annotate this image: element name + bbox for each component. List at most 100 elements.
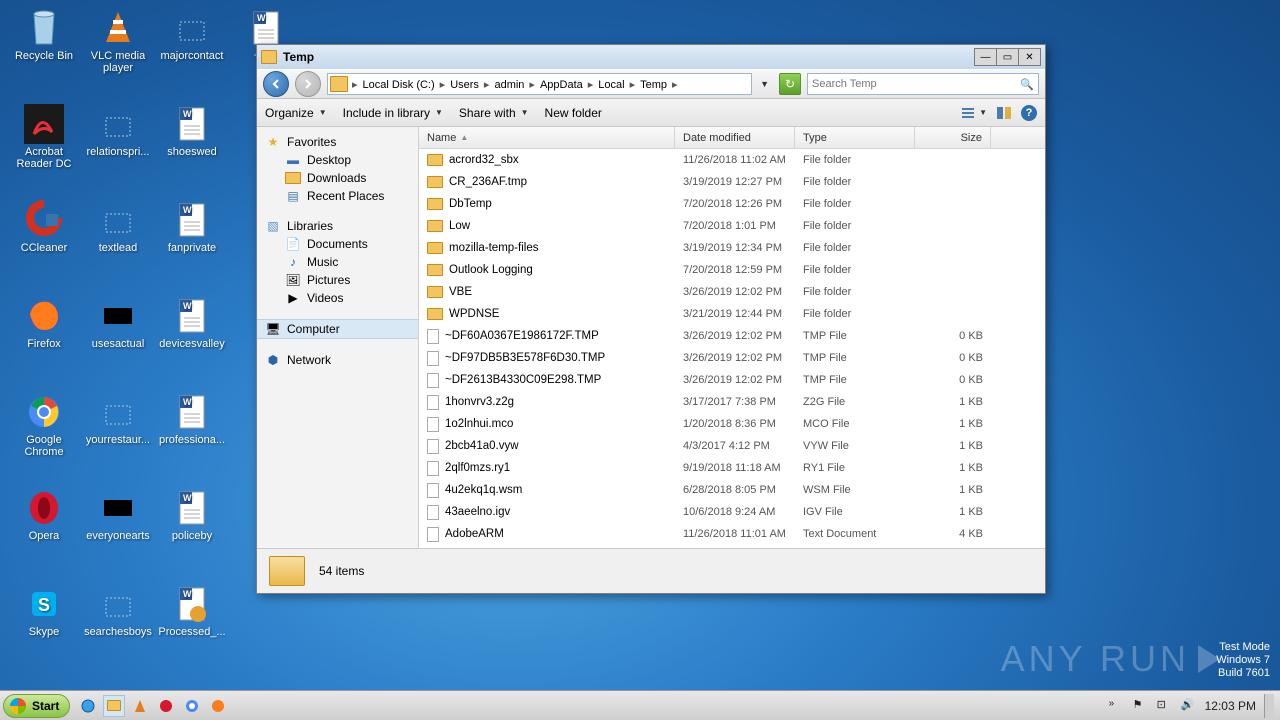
tray-expand-icon[interactable]: » [1109, 698, 1125, 714]
file-row[interactable]: ~DF97DB5B3E578F6D30.TMP3/26/2019 12:02 P… [419, 347, 1045, 369]
file-row[interactable]: 2bcb41a0.vyw4/3/2017 4:12 PMVYW File1 KB [419, 435, 1045, 457]
desktop-icon-usesactual[interactable]: usesactual [82, 296, 154, 350]
desktop-icon-fanprivate[interactable]: Wfanprivate [156, 200, 228, 254]
volume-icon[interactable]: 🔊 [1181, 698, 1197, 714]
desktop-icon-policeby[interactable]: Wpoliceby [156, 488, 228, 542]
chevron-right-icon[interactable]: ▸ [350, 78, 360, 91]
desktop-icon-processed-[interactable]: WProcessed_... [156, 584, 228, 638]
file-row[interactable]: ~DF2613B4330C09E298.TMP3/26/2019 12:02 P… [419, 369, 1045, 391]
file-date: 3/26/2019 12:02 PM [675, 330, 795, 342]
refresh-button[interactable]: ↻ [779, 73, 801, 95]
chevron-right-icon[interactable]: ▸ [670, 79, 680, 91]
file-row[interactable]: DbTemp7/20/2018 12:26 PMFile folder [419, 193, 1045, 215]
file-row[interactable]: 1o2lnhui.mco1/20/2018 8:36 PMMCO File1 K… [419, 413, 1045, 435]
file-row[interactable]: ~DF60A0367E1986172F.TMP3/26/2019 12:02 P… [419, 325, 1045, 347]
nav-computer[interactable]: 🖥Computer [257, 319, 418, 339]
desktop-icon-recycle-bin[interactable]: Recycle Bin [8, 8, 80, 62]
nav-music[interactable]: ♪Music [257, 253, 418, 271]
desktop-icon-professiona-[interactable]: Wprofessiona... [156, 392, 228, 446]
share-with-menu[interactable]: Share with▼ [459, 106, 529, 120]
navbar: ▸ Local Disk (C:)▸Users▸admin▸AppData▸Lo… [257, 69, 1045, 99]
file-row[interactable]: Outlook Logging7/20/2018 12:59 PMFile fo… [419, 259, 1045, 281]
breadcrumb-segment[interactable]: admin [491, 79, 527, 91]
chevron-right-icon[interactable]: ▸ [438, 79, 448, 91]
titlebar[interactable]: Temp — ▭ ✕ [257, 45, 1045, 69]
libraries-header[interactable]: ▧Libraries [257, 217, 418, 235]
file-row[interactable]: VBE3/26/2019 12:02 PMFile folder [419, 281, 1045, 303]
file-row[interactable]: 4u2ekq1q.wsm6/28/2018 8:05 PMWSM File1 K… [419, 479, 1045, 501]
desktop-icon-firefox[interactable]: Firefox [8, 296, 80, 350]
desktop-icon-google-chrome[interactable]: Google Chrome [8, 392, 80, 458]
taskbar-vlc[interactable] [129, 695, 151, 717]
favorites-header[interactable]: ★Favorites [257, 133, 418, 151]
view-options-button[interactable]: ▼ [961, 106, 987, 120]
show-desktop-button[interactable] [1264, 694, 1274, 718]
breadcrumb-segment[interactable]: Users [447, 79, 482, 91]
desktop-icon-yourrestaur-[interactable]: yourrestaur... [82, 392, 154, 446]
desktop-icon-opera[interactable]: Opera [8, 488, 80, 542]
file-row[interactable]: 43aeelno.igv10/6/2018 9:24 AMIGV File1 K… [419, 501, 1045, 523]
close-button[interactable]: ✕ [1018, 48, 1041, 66]
breadcrumb[interactable]: ▸ Local Disk (C:)▸Users▸admin▸AppData▸Lo… [327, 73, 752, 95]
organize-menu[interactable]: Organize▼ [265, 106, 327, 120]
nav-pictures[interactable]: 🖼Pictures [257, 271, 418, 289]
search-input[interactable]: Search Temp 🔍 [807, 73, 1039, 95]
nav-downloads[interactable]: Downloads [257, 169, 418, 187]
file-row[interactable]: Low7/20/2018 1:01 PMFile folder [419, 215, 1045, 237]
chevron-right-icon[interactable]: ▸ [527, 79, 537, 91]
nav-documents[interactable]: 📄Documents [257, 235, 418, 253]
new-folder-button[interactable]: New folder [545, 106, 602, 120]
col-name[interactable]: Name ▲ [419, 127, 675, 148]
file-row[interactable]: 1honvrv3.z2g3/17/2017 7:38 PMZ2G File1 K… [419, 391, 1045, 413]
minimize-button[interactable]: — [974, 48, 997, 66]
help-button[interactable]: ? [1021, 105, 1037, 121]
desktop-icon-vlc-media-player[interactable]: VLC media player [82, 8, 154, 74]
desktop-icon-acrobat-reader-dc[interactable]: Acrobat Reader DC [8, 104, 80, 170]
desktop-icon-searchesboys[interactable]: searchesboys [82, 584, 154, 638]
breadcrumb-segment[interactable]: Local [595, 79, 627, 91]
taskbar-explorer[interactable] [103, 695, 125, 717]
nav-network[interactable]: ⬢Network [257, 351, 418, 369]
file-row[interactable]: mozilla-temp-files3/19/2019 12:34 PMFile… [419, 237, 1045, 259]
desktop-icon-shoeswed[interactable]: Wshoeswed [156, 104, 228, 158]
col-date[interactable]: Date modified [675, 127, 795, 148]
file-type: Z2G File [795, 396, 915, 408]
col-type[interactable]: Type [795, 127, 915, 148]
taskbar-chrome[interactable] [181, 695, 203, 717]
dropdown-arrow-icon[interactable]: ▼ [760, 79, 769, 89]
preview-pane-button[interactable] [997, 106, 1011, 120]
desktop-icon-textlead[interactable]: textlead [82, 200, 154, 254]
chevron-right-icon[interactable]: ▸ [586, 79, 596, 91]
clock[interactable]: 12:03 PM [1205, 699, 1256, 713]
device-icon[interactable]: ⊡ [1157, 698, 1173, 714]
nav-recent[interactable]: ▤Recent Places [257, 187, 418, 205]
desktop-icon-majorcontact[interactable]: majorcontact [156, 8, 228, 62]
file-row[interactable]: AdobeARM11/26/2018 11:01 AMText Document… [419, 523, 1045, 545]
flag-icon[interactable]: ⚑ [1133, 698, 1149, 714]
back-button[interactable] [263, 71, 289, 97]
breadcrumb-segment[interactable]: AppData [537, 79, 586, 91]
desktop-icon-devicesvalley[interactable]: Wdevicesvalley [156, 296, 228, 350]
desktop-icon-skype[interactable]: SSkype [8, 584, 80, 638]
maximize-button[interactable]: ▭ [996, 48, 1019, 66]
taskbar-opera[interactable] [155, 695, 177, 717]
file-type: File folder [795, 242, 915, 254]
breadcrumb-segment[interactable]: Temp [637, 79, 670, 91]
forward-button[interactable] [295, 71, 321, 97]
taskbar-ie[interactable] [77, 695, 99, 717]
file-row[interactable]: CR_236AF.tmp3/19/2019 12:27 PMFile folde… [419, 171, 1045, 193]
nav-videos[interactable]: ▶Videos [257, 289, 418, 307]
desktop-icon-everyonearts[interactable]: everyonearts [82, 488, 154, 542]
file-row[interactable]: WPDNSE3/21/2019 12:44 PMFile folder [419, 303, 1045, 325]
col-size[interactable]: Size [915, 127, 991, 148]
file-row[interactable]: 2qlf0mzs.ry19/19/2018 11:18 AMRY1 File1 … [419, 457, 1045, 479]
include-in-library-menu[interactable]: Include in library▼ [343, 106, 443, 120]
nav-desktop[interactable]: ▬Desktop [257, 151, 418, 169]
file-row[interactable]: acrord32_sbx11/26/2018 11:02 AMFile fold… [419, 149, 1045, 171]
taskbar-firefox[interactable] [207, 695, 229, 717]
desktop-icon-relationspri-[interactable]: relationspri... [82, 104, 154, 158]
desktop-icon-ccleaner[interactable]: CCleaner [8, 200, 80, 254]
breadcrumb-segment[interactable]: Local Disk (C:) [360, 79, 438, 91]
start-button[interactable]: Start [3, 694, 70, 718]
chevron-right-icon[interactable]: ▸ [628, 79, 638, 91]
